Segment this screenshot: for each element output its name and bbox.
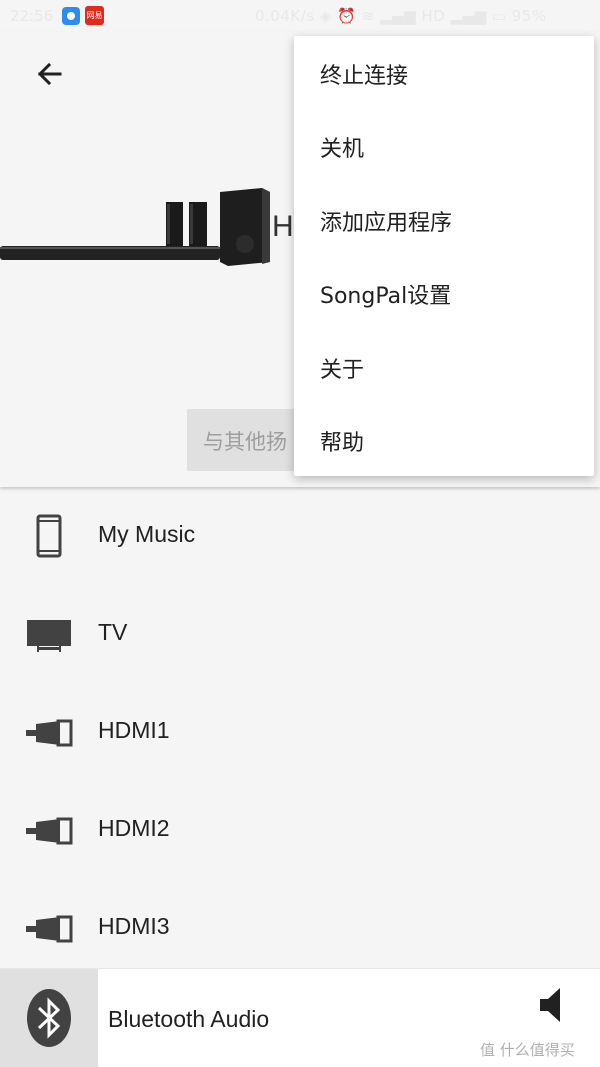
source-label: HDMI2 (98, 815, 170, 841)
now-playing-label: Bluetooth Audio (108, 1006, 270, 1032)
source-label: My Music (98, 521, 196, 547)
device-name: H (272, 210, 294, 243)
notification-app-icon (62, 7, 80, 25)
source-item-hdmi2[interactable]: HDMI2 (0, 781, 600, 879)
phone-icon (36, 514, 62, 558)
menu-item-label: 关于 (320, 358, 365, 383)
hdmi-icon (26, 817, 73, 845)
back-button[interactable] (30, 58, 70, 90)
status-indicators: 0.04K/s ◈ ⏰ ≋ ▂▄▆ HD ▂▄▆ ▭ 95% (255, 7, 547, 25)
notification-news-icon: 网易 (85, 6, 104, 25)
overflow-menu: 终止连接 关机 添加应用程序 SongPal设置 关于 帮助 (294, 36, 594, 476)
source-item-hdmi3[interactable]: HDMI3 (0, 879, 600, 977)
source-label: TV (98, 619, 128, 645)
source-label: HDMI1 (98, 717, 170, 743)
menu-item-label: 帮助 (320, 431, 365, 456)
speaker-icon[interactable] (538, 985, 568, 1025)
hdmi-icon (26, 719, 73, 747)
menu-item-label: 终止连接 (320, 64, 409, 89)
source-list: My Music TV HDMI1 HDMI2 HDMI3 (0, 487, 600, 977)
hdmi-icon (26, 915, 73, 943)
menu-item-songpal-settings[interactable]: SongPal设置 (294, 256, 594, 329)
status-time: 22:56 (10, 7, 54, 25)
menu-item-disconnect[interactable]: 终止连接 (294, 36, 594, 109)
now-playing-source-tile (0, 969, 98, 1067)
menu-item-help[interactable]: 帮助 (294, 403, 594, 476)
now-playing-bar[interactable]: Bluetooth Audio 值 什么值得买 (0, 968, 600, 1067)
bluetooth-icon (27, 989, 71, 1047)
menu-item-label: 关机 (320, 137, 365, 162)
source-item-my-music[interactable]: My Music (0, 487, 600, 585)
group-speakers-label: 与其他扬 (203, 430, 287, 454)
menu-item-label: SongPal设置 (320, 284, 452, 309)
status-bar: 22:56 网易 0.04K/s ◈ ⏰ ≋ ▂▄▆ HD ▂▄▆ ▭ 95% (0, 0, 600, 32)
source-label: HDMI3 (98, 913, 170, 939)
menu-item-add-app[interactable]: 添加应用程序 (294, 183, 594, 256)
watermark: 值 什么值得买 (480, 1041, 575, 1059)
menu-item-power-off[interactable]: 关机 (294, 109, 594, 182)
arrow-left-icon (37, 62, 62, 86)
source-item-tv[interactable]: TV (0, 585, 600, 683)
menu-item-label: 添加应用程序 (320, 211, 453, 236)
menu-item-about[interactable]: 关于 (294, 330, 594, 403)
soundbar-system-image (0, 188, 270, 266)
source-item-hdmi1[interactable]: HDMI1 (0, 683, 600, 781)
tv-icon (27, 620, 71, 652)
